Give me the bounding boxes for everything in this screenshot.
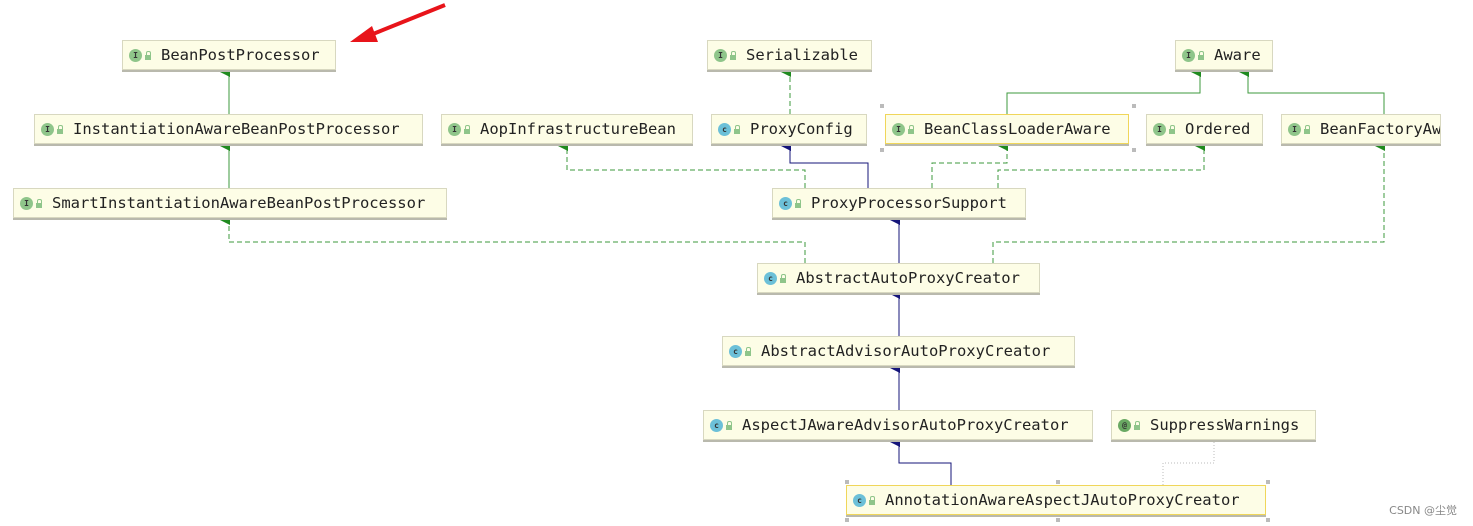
node-aapc[interactable]: c AbstractAutoProxyCreator: [757, 263, 1040, 293]
class-icon: c: [764, 271, 777, 285]
node-aop[interactable]: I AopInfrastructureBean: [441, 114, 693, 144]
edge-bcla-aware: [1006, 67, 1201, 114]
node-label: AnnotationAwareAspectJAutoProxyCreator: [885, 491, 1240, 509]
public-lock-icon: [1198, 50, 1204, 60]
node-label: AbstractAutoProxyCreator: [796, 269, 1020, 287]
node-label: ProxyProcessorSupport: [811, 194, 1007, 212]
selection-handle[interactable]: [880, 104, 884, 108]
selection-handle[interactable]: [845, 518, 849, 522]
node-label: SmartInstantiationAwareBeanPostProcessor: [52, 194, 426, 212]
interface-icon: I: [448, 122, 461, 136]
node-aware[interactable]: I Aware: [1175, 40, 1273, 70]
node-label: AopInfrastructureBean: [480, 120, 676, 138]
public-lock-icon: [780, 273, 786, 283]
selection-handle[interactable]: [1132, 104, 1136, 108]
node-ord[interactable]: I Ordered: [1146, 114, 1263, 144]
public-lock-icon: [36, 198, 42, 208]
red-pointer-arrow: [350, 3, 446, 42]
interface-icon: I: [129, 48, 142, 62]
edge-aaaj-sw: [1162, 442, 1215, 485]
interface-icon: I: [41, 122, 54, 136]
class-icon: c: [779, 196, 792, 210]
selection-handle[interactable]: [880, 148, 884, 152]
public-lock-icon: [1169, 124, 1175, 134]
node-ajaa[interactable]: c AspectJAwareAdvisorAutoProxyCreator: [703, 410, 1093, 440]
edge-aapc-siabpp: [220, 215, 806, 263]
public-lock-icon: [1304, 124, 1310, 134]
node-aaaj[interactable]: c AnnotationAwareAspectJAutoProxyCreator: [846, 485, 1266, 515]
node-label: InstantiationAwareBeanPostProcessor: [73, 120, 400, 138]
node-label: AbstractAdvisorAutoProxyCreator: [761, 342, 1051, 360]
node-label: ProxyConfig: [750, 120, 853, 138]
public-lock-icon: [869, 495, 875, 505]
annotation-icon: @: [1118, 418, 1131, 432]
edge-pps-ord: [997, 141, 1205, 188]
public-lock-icon: [726, 420, 732, 430]
class-icon: c: [729, 344, 742, 358]
selection-handle[interactable]: [1056, 518, 1060, 522]
edge-pps-bcla: [931, 141, 1008, 188]
node-bfa[interactable]: I BeanFactoryAw: [1281, 114, 1441, 144]
selection-handle[interactable]: [1266, 518, 1270, 522]
node-pps[interactable]: c ProxyProcessorSupport: [772, 188, 1026, 218]
edge-bfa-aware: [1239, 67, 1385, 114]
node-label: BeanPostProcessor: [161, 46, 320, 64]
public-lock-icon: [734, 124, 740, 134]
node-bcla[interactable]: I BeanClassLoaderAware: [885, 114, 1129, 144]
node-label: SuppressWarnings: [1150, 416, 1300, 434]
node-aadv[interactable]: c AbstractAdvisorAutoProxyCreator: [722, 336, 1075, 366]
public-lock-icon: [795, 198, 801, 208]
node-label: Serializable: [746, 46, 858, 64]
public-lock-icon: [145, 50, 151, 60]
interface-icon: I: [1288, 122, 1301, 136]
public-lock-icon: [730, 50, 736, 60]
edge-pps-aop: [558, 141, 806, 188]
node-bpp[interactable]: I BeanPostProcessor: [122, 40, 336, 70]
node-label: BeanFactoryAw: [1320, 120, 1441, 138]
selection-handle[interactable]: [1266, 480, 1270, 484]
selection-handle[interactable]: [1132, 148, 1136, 152]
edge-pps-pc: [781, 141, 869, 188]
node-ser[interactable]: I Serializable: [707, 40, 872, 70]
public-lock-icon: [464, 124, 470, 134]
interface-icon: I: [1182, 48, 1195, 62]
node-siabpp[interactable]: I SmartInstantiationAwareBeanPostProcesso…: [13, 188, 447, 218]
relationship-edges: [220, 3, 1385, 485]
public-lock-icon: [745, 346, 751, 356]
selection-handle[interactable]: [845, 480, 849, 484]
watermark: CSDN @尘觉: [1389, 504, 1457, 517]
public-lock-icon: [908, 124, 914, 134]
selection-handle[interactable]: [1056, 480, 1060, 484]
interface-icon: I: [892, 122, 905, 136]
interface-icon: I: [714, 48, 727, 62]
interface-icon: I: [1153, 122, 1166, 136]
node-iabpp[interactable]: I InstantiationAwareBeanPostProcessor: [34, 114, 423, 144]
public-lock-icon: [57, 124, 63, 134]
class-icon: c: [853, 493, 866, 507]
interface-icon: I: [20, 196, 33, 210]
class-icon: c: [718, 122, 731, 136]
node-label: Ordered: [1185, 120, 1251, 138]
public-lock-icon: [1134, 420, 1140, 430]
node-sw[interactable]: @ SuppressWarnings: [1111, 410, 1316, 440]
node-label: BeanClassLoaderAware: [924, 120, 1111, 138]
class-icon: c: [710, 418, 723, 432]
node-pc[interactable]: c ProxyConfig: [711, 114, 867, 144]
edge-aapc-bfa: [992, 141, 1385, 263]
node-label: Aware: [1214, 46, 1261, 64]
edge-aaaj-ajaa: [890, 437, 952, 485]
node-label: AspectJAwareAdvisorAutoProxyCreator: [742, 416, 1069, 434]
